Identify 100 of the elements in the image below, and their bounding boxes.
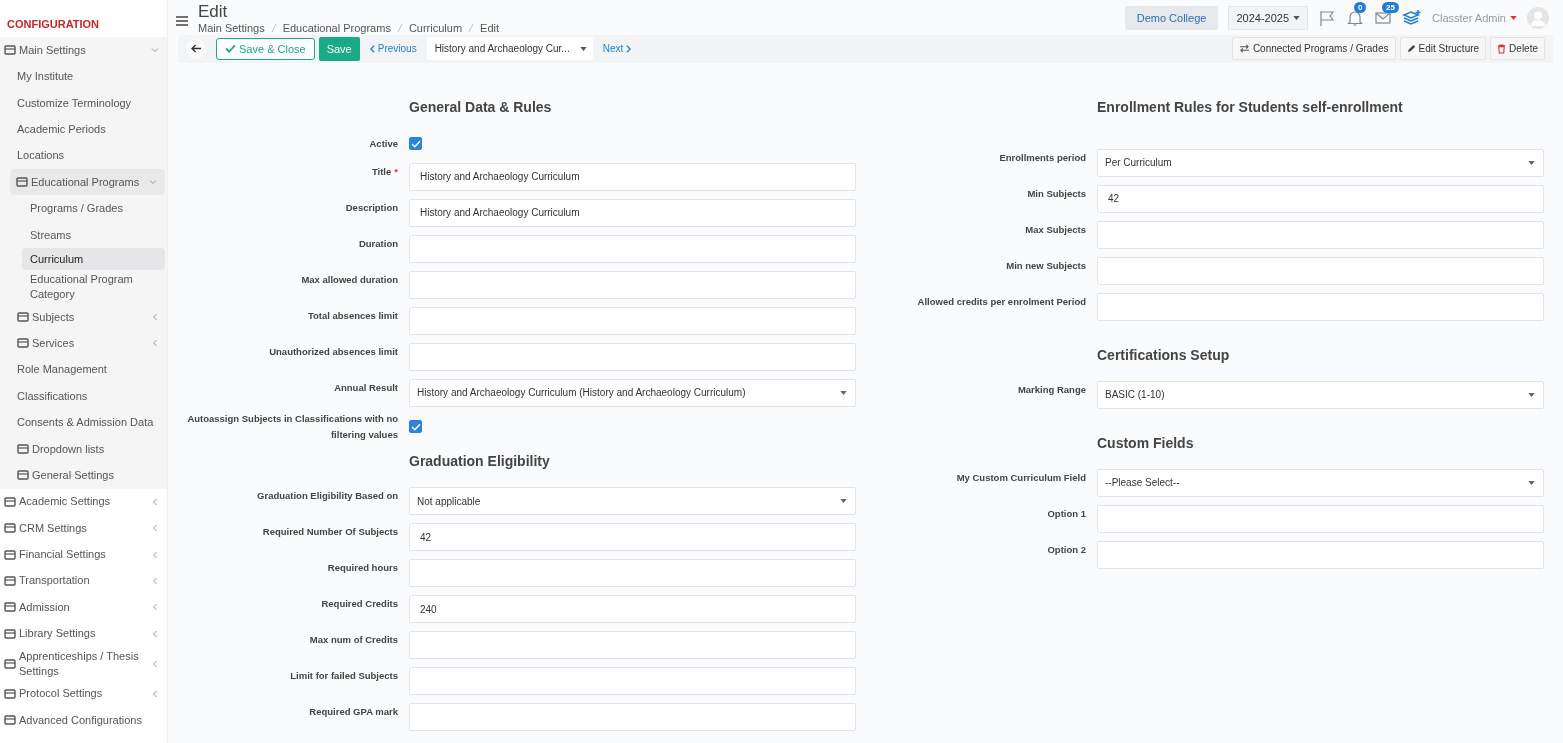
select-field[interactable]: --Please Select-- (1097, 468, 1544, 497)
checkbox[interactable] (409, 420, 422, 434)
input-field[interactable]: 240 (409, 595, 856, 623)
chevron-left-icon (151, 497, 159, 506)
sidebar-item[interactable]: General Settings (0, 462, 167, 489)
sidebar-item[interactable]: Curriculum (22, 248, 165, 271)
sidebar-item[interactable]: Financial Settings (0, 541, 167, 568)
sidebar-item[interactable]: Role Management (0, 356, 167, 383)
sidebar-item[interactable]: Educational Programs (10, 168, 165, 196)
breadcrumb-link[interactable]: Main Settings (198, 22, 265, 35)
slash-icon (270, 23, 277, 34)
input-field[interactable] (409, 234, 856, 263)
input-field[interactable] (409, 631, 856, 659)
back-button[interactable] (186, 38, 206, 59)
sidebar-item[interactable]: Dropdown lists (0, 435, 167, 463)
sidebar-item[interactable]: Locations (0, 142, 167, 169)
toolbar-action-button[interactable]: Connected Programs / Grades (1231, 37, 1396, 61)
avatar-icon[interactable] (1527, 7, 1549, 30)
chevron-left-icon (151, 339, 159, 348)
section-title: Custom Fields (1096, 434, 1195, 451)
input-field[interactable] (409, 703, 856, 731)
next-link[interactable]: Next (602, 43, 632, 55)
field-label: Min new Subjects (1005, 258, 1086, 273)
sidebar-title: CONFIGURATION (6, 17, 101, 32)
toolbar-action-button[interactable]: Delete (1490, 37, 1545, 61)
input-field[interactable] (409, 270, 856, 299)
chevron-left-icon (151, 603, 159, 612)
sidebar-item[interactable]: My Institute (0, 63, 167, 90)
message-count: 25 (1382, 2, 1399, 14)
breadcrumb-link[interactable]: Edit (480, 22, 500, 35)
sidebar-item[interactable]: Academic Periods (0, 116, 167, 143)
check-icon (225, 44, 236, 54)
bell-icon[interactable] (1346, 9, 1364, 28)
chevron-left-icon (151, 576, 159, 585)
field-label: Option 1 (1046, 506, 1086, 521)
chevron-left-icon (151, 659, 159, 668)
sidebar-item[interactable]: CRM Settings (0, 514, 167, 542)
menu-icon[interactable] (176, 16, 188, 27)
select-field[interactable]: Per Curriculum (1097, 148, 1544, 177)
field-label: Limit for failed Subjects (289, 669, 398, 683)
input-field[interactable] (409, 559, 856, 587)
sidebar-item[interactable]: Academic Settings (0, 488, 167, 515)
sidebar-item[interactable]: Streams (0, 221, 167, 249)
check-icon (410, 422, 421, 431)
sidebar-item[interactable]: Apprenticeships / Thesis Settings (0, 646, 167, 681)
sidebar-item[interactable]: Customize Terminology (0, 89, 167, 117)
caret-icon (1528, 160, 1535, 165)
field-label: Enrollments period (998, 150, 1086, 165)
input-field[interactable] (1097, 504, 1544, 533)
input-field[interactable]: History and Archaeology Curriculum (409, 162, 856, 191)
field-label: Unauthorized absences limit (268, 344, 398, 359)
input-field[interactable]: 42 (409, 523, 856, 551)
select-field[interactable]: Not applicable (409, 487, 856, 515)
caret-icon (1510, 16, 1517, 21)
sidebar-item[interactable]: Services (0, 330, 167, 357)
sidebar-item[interactable]: Classifications (0, 383, 167, 410)
chevron-down-icon (151, 46, 159, 55)
toolbar-action-button[interactable]: Edit Structure (1399, 37, 1487, 61)
check-icon (410, 139, 421, 148)
section-title: General Data & Rules (408, 98, 553, 115)
field-label: Title * (370, 164, 398, 179)
layers-plus-icon[interactable] (1402, 9, 1422, 28)
field-label: Required hours (326, 561, 398, 575)
select-field[interactable]: BASIC (1-10) (1097, 380, 1544, 409)
sidebar-item[interactable]: Educational Program Category (0, 270, 167, 304)
input-field[interactable] (1097, 292, 1544, 321)
institution-button[interactable]: Demo College (1124, 6, 1219, 31)
sidebar-item[interactable]: Consents & Admission Data (0, 409, 167, 436)
input-field[interactable] (1097, 220, 1544, 249)
sidebar-item[interactable]: Main Settings (0, 37, 167, 64)
input-field[interactable] (409, 306, 856, 335)
caret-icon (1528, 392, 1535, 397)
chevron-down-icon (149, 178, 157, 187)
input-field[interactable] (1097, 540, 1544, 569)
sidebar-item[interactable]: Advanced Configurations (0, 706, 167, 734)
caret-icon (840, 499, 847, 503)
year-dropdown[interactable]: 2024-2025 (1228, 6, 1308, 31)
input-field[interactable] (409, 667, 856, 695)
record-select[interactable]: History and Archaeology Cur... (426, 37, 593, 61)
breadcrumb-link[interactable]: Educational Programs (282, 22, 391, 35)
sidebar-item[interactable]: Transportation (0, 567, 167, 595)
input-field[interactable]: 42 (1097, 184, 1544, 213)
sidebar-item[interactable]: Protocol Settings (0, 680, 167, 707)
breadcrumb-link[interactable]: Curriculum (408, 22, 463, 35)
input-field[interactable]: History and Archaeology Curriculum (409, 198, 856, 227)
sidebar-item[interactable]: Library Settings (0, 620, 167, 647)
input-field[interactable] (409, 342, 856, 371)
select-field[interactable]: History and Archaeology Curriculum (History and Archaeology Curriculum) (409, 378, 856, 407)
input-field[interactable] (1097, 256, 1544, 285)
sidebar-item[interactable]: Admission (0, 594, 167, 621)
flag-icon[interactable] (1318, 9, 1336, 28)
notification-count: 0 (1354, 2, 1367, 14)
checkbox[interactable] (409, 137, 422, 151)
sidebar-item[interactable]: Subjects (0, 303, 167, 331)
page-title: Edit (198, 2, 229, 23)
caret-icon (579, 46, 587, 51)
sidebar-item[interactable]: Programs / Grades (0, 195, 167, 222)
field-label: My Custom Curriculum Field (955, 470, 1086, 485)
previous-link[interactable]: Previous (369, 43, 417, 55)
field-label: Option 2 (1046, 542, 1086, 557)
